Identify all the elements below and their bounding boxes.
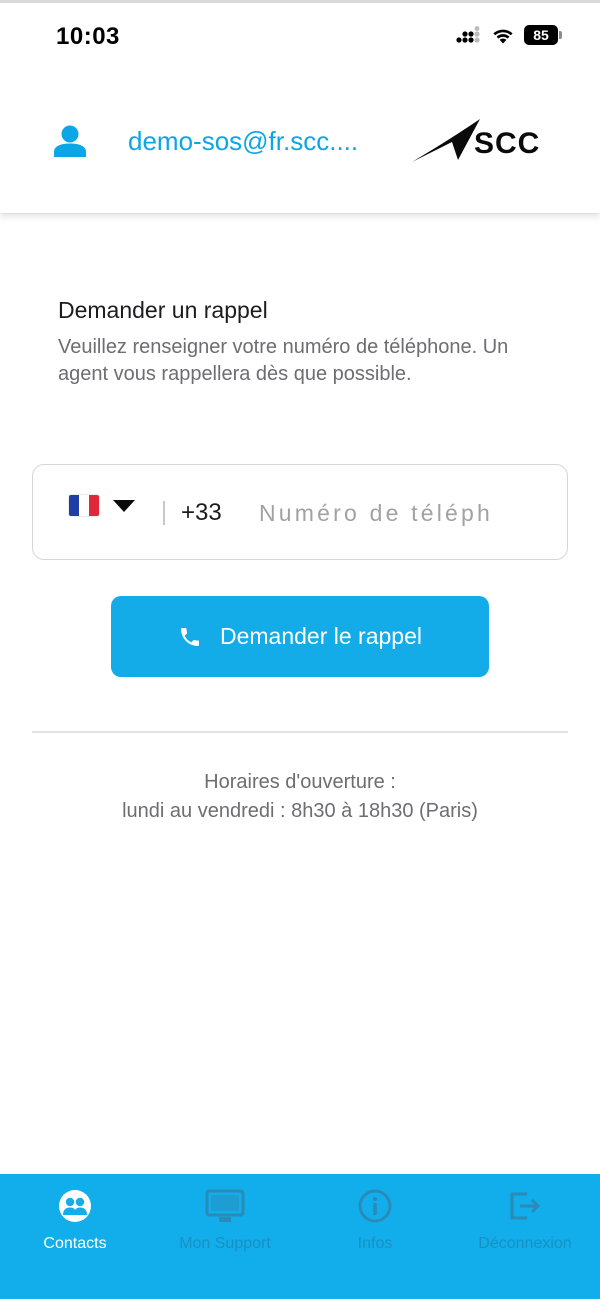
phone-icon bbox=[180, 627, 199, 646]
opening-hours: Horaires d'ouverture : lundi au vendredi… bbox=[0, 768, 600, 826]
chevron-down-icon bbox=[113, 499, 135, 512]
status-icons: 85 bbox=[456, 25, 562, 45]
country-select[interactable] bbox=[69, 495, 135, 516]
phone-field: +33 bbox=[32, 464, 568, 560]
user-icon[interactable] bbox=[52, 125, 88, 157]
status-time: 10:03 bbox=[56, 23, 120, 50]
request-callback-label: Demander le rappel bbox=[219, 623, 422, 649]
request-callback-button[interactable]: Demander le rappel bbox=[111, 596, 489, 677]
app-header: demo-sos@fr.scc.... SCC bbox=[0, 70, 600, 213]
opening-hours-title: Horaires d'ouverture : bbox=[204, 771, 396, 793]
tab-label: Mon Support bbox=[179, 1235, 271, 1252]
scc-logo: SCC bbox=[412, 119, 540, 162]
wifi-icon bbox=[493, 29, 513, 44]
tab-label: Infos bbox=[357, 1235, 393, 1252]
field-divider bbox=[163, 501, 165, 525]
info-icon bbox=[358, 1189, 392, 1223]
callback-description: Veuillez renseigner votre numéro de télé… bbox=[58, 336, 509, 385]
divider bbox=[32, 731, 568, 733]
tab-deconnexion[interactable]: Déconnexion bbox=[450, 1174, 600, 1299]
user-email[interactable]: demo-sos@fr.scc.... bbox=[128, 126, 358, 157]
logout-icon bbox=[510, 1192, 541, 1220]
tab-contacts[interactable]: Contacts bbox=[0, 1174, 150, 1299]
tab-mon-support[interactable]: Mon Support bbox=[150, 1174, 300, 1299]
status-bar: 10:03 85 bbox=[0, 0, 600, 66]
callback-title: Demander un rappel bbox=[58, 297, 268, 323]
tab-bar: Contacts Mon Support Infos Déconnexion bbox=[0, 1174, 600, 1299]
monitor-icon bbox=[205, 1189, 245, 1222]
tab-label: Déconnexion bbox=[478, 1235, 572, 1252]
tab-label: Contacts bbox=[43, 1235, 107, 1252]
battery-level: 85 bbox=[524, 25, 558, 45]
battery-icon: 85 bbox=[524, 25, 562, 45]
tab-infos[interactable]: Infos bbox=[300, 1174, 450, 1299]
phone-number-input[interactable] bbox=[259, 493, 549, 533]
cellular-signal-icon bbox=[456, 26, 480, 43]
dial-code: +33 bbox=[181, 499, 222, 526]
france-flag-icon bbox=[69, 495, 99, 516]
logo-text: SCC bbox=[474, 127, 540, 160]
contacts-icon bbox=[59, 1190, 91, 1222]
opening-hours-detail: lundi au vendredi : 8h30 à 18h30 (Paris) bbox=[122, 800, 478, 822]
